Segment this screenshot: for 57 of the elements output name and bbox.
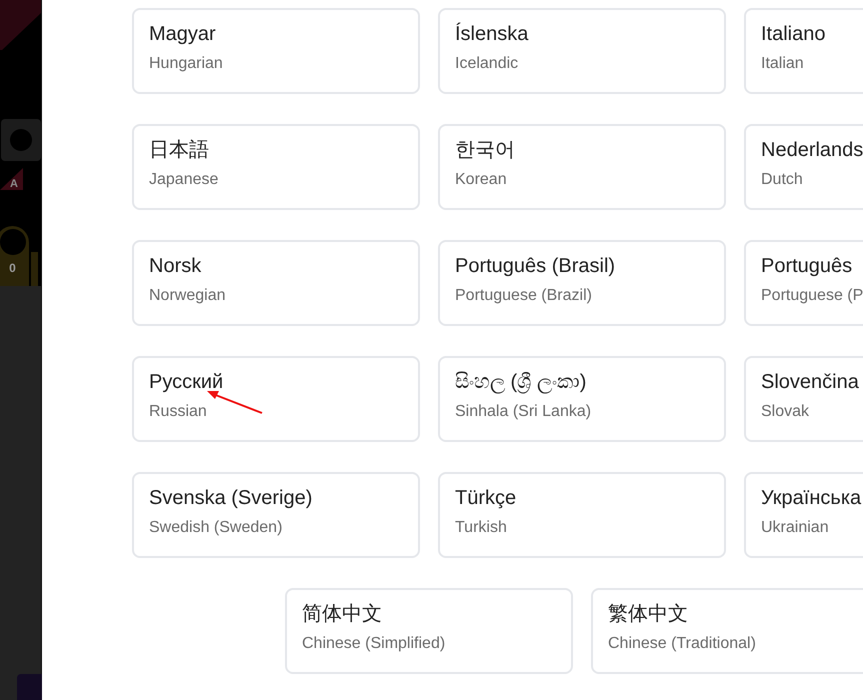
language-card[interactable]: 简体中文 Chinese (Simplified) bbox=[285, 588, 573, 674]
language-card[interactable]: Íslenska Icelandic bbox=[438, 8, 726, 94]
language-card[interactable]: 日本語 Japanese bbox=[132, 124, 420, 210]
language-name: 繁体中文 bbox=[608, 602, 688, 627]
language-card[interactable]: සිංහල (ශ්‍රී ලංකා) Sinhala (Sri Lanka) bbox=[438, 356, 726, 442]
language-name: Magyar bbox=[149, 22, 216, 47]
language-english-name: Italian bbox=[761, 54, 804, 74]
language-card[interactable]: Magyar Hungarian bbox=[132, 8, 420, 94]
language-english-name: Swedish (Sweden) bbox=[149, 518, 282, 538]
badge-letter: A bbox=[10, 179, 18, 190]
language-name: Svenska (Sverige) bbox=[149, 486, 312, 511]
language-name: Norsk bbox=[149, 254, 202, 279]
language-english-name: Turkish bbox=[455, 518, 507, 538]
circle-icon bbox=[8, 127, 34, 153]
language-english-name: Sinhala (Sri Lanka) bbox=[455, 402, 592, 422]
language-name: 简体中文 bbox=[302, 602, 382, 627]
language-card[interactable]: Português (Brasil) Portuguese (Brazil) bbox=[438, 240, 726, 326]
language-english-name: Slovak bbox=[761, 402, 810, 422]
language-english-name: Russian bbox=[149, 402, 207, 422]
language-name: Português (Brasil) bbox=[455, 254, 616, 279]
triangle-icon bbox=[0, 168, 23, 190]
language-card[interactable]: 한국어 Korean bbox=[438, 124, 726, 210]
language-name: Русский bbox=[149, 370, 224, 395]
language-card[interactable]: Русский Russian bbox=[132, 356, 420, 442]
language-name: 한국어 bbox=[455, 138, 515, 163]
language-card[interactable]: Türkçe Turkish bbox=[438, 472, 726, 558]
language-card[interactable]: Slovenčina Slovak bbox=[744, 356, 863, 442]
language-name: Slovenčina bbox=[761, 370, 859, 395]
language-name: Italiano bbox=[761, 22, 826, 47]
language-card[interactable]: 繁体中文 Chinese (Traditional) bbox=[591, 588, 863, 674]
language-english-name: Ukrainian bbox=[761, 518, 829, 538]
language-card[interactable]: Nederlands Dutch bbox=[744, 124, 863, 210]
language-name: සිංහල (ශ්‍රී ලංකා) bbox=[455, 370, 586, 395]
language-name: 日本語 bbox=[149, 138, 209, 163]
language-name: Íslenska bbox=[455, 22, 528, 47]
language-name: Nederlands bbox=[761, 138, 863, 163]
language-english-name: Dutch bbox=[761, 170, 803, 190]
language-english-name: Japanese bbox=[149, 170, 218, 190]
language-name: Türkçe bbox=[455, 486, 516, 511]
language-name: Українська bbox=[761, 486, 862, 511]
language-name: Português bbox=[761, 254, 852, 279]
level-bar bbox=[31, 252, 38, 286]
gauge-value: 0 bbox=[9, 262, 16, 274]
language-card[interactable]: Norsk Norwegian bbox=[132, 240, 420, 326]
language-card[interactable]: Svenska (Sverige) Swedish (Sweden) bbox=[132, 472, 420, 558]
language-english-name: Chinese (Simplified) bbox=[302, 634, 446, 654]
language-card[interactable]: Português Portuguese (P bbox=[744, 240, 863, 326]
language-english-name: Hungarian bbox=[149, 54, 223, 74]
language-card[interactable]: Українська Ukrainian bbox=[744, 472, 863, 558]
language-english-name: Portuguese (Brazil) bbox=[455, 286, 592, 306]
language-english-name: Portuguese (P bbox=[761, 286, 863, 306]
language-card[interactable]: Italiano Italian bbox=[744, 8, 863, 94]
language-english-name: Chinese (Traditional) bbox=[608, 634, 756, 654]
language-english-name: Norwegian bbox=[149, 286, 226, 306]
language-english-name: Icelandic bbox=[455, 54, 518, 74]
language-english-name: Korean bbox=[455, 170, 507, 190]
gauge-dial bbox=[0, 229, 26, 255]
